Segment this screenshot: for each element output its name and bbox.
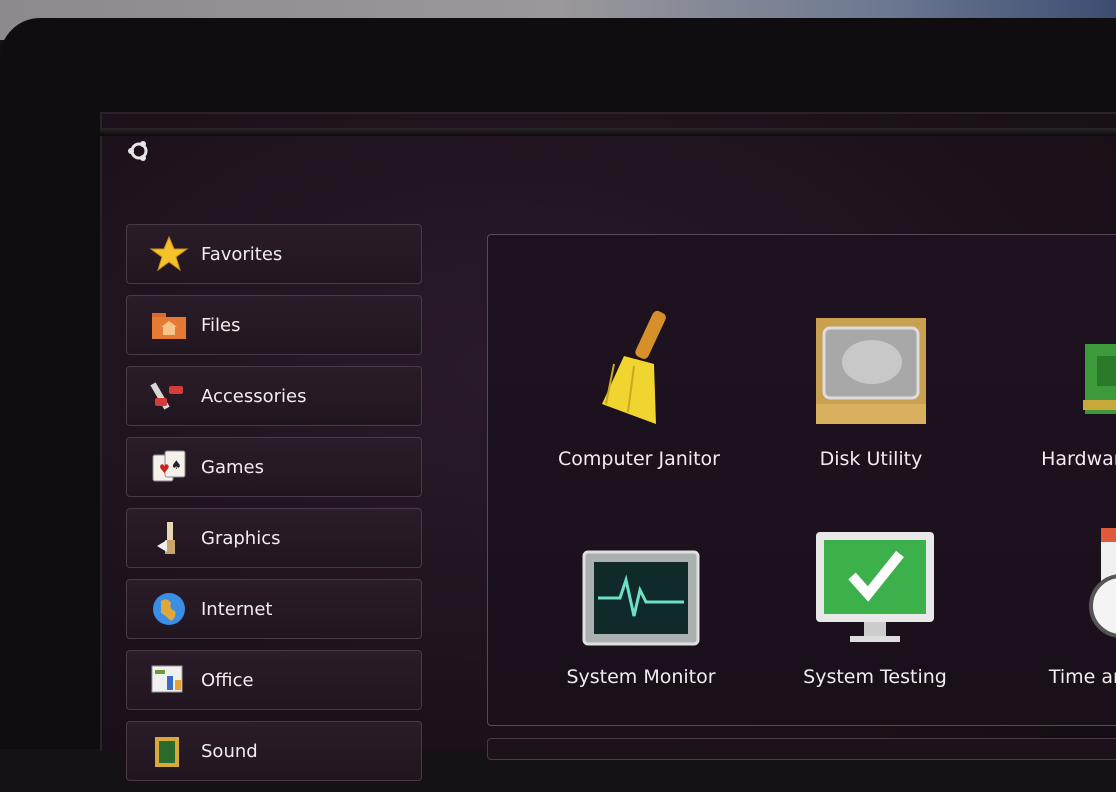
category-label: Graphics (201, 527, 281, 549)
svg-text:♥: ♥ (159, 462, 170, 476)
app-label: System Monitor (566, 666, 716, 688)
playing-cards-icon: ♥ ♠ (149, 447, 189, 487)
category-label: Favorites (201, 243, 283, 265)
app-label: System Testing (803, 666, 947, 688)
app-system-monitor[interactable]: System Monitor (541, 512, 741, 688)
top-panel (100, 128, 1116, 136)
category-office[interactable]: Office (126, 650, 422, 710)
sound-icon (149, 731, 189, 771)
app-computer-janitor[interactable]: Computer Janitor (539, 294, 739, 470)
system-monitor-icon (541, 512, 741, 652)
category-label: Games (201, 456, 264, 478)
circuit-board-icon (987, 294, 1116, 434)
app-system-testing[interactable]: System Testing (775, 512, 975, 688)
checkmark-monitor-icon (775, 512, 975, 652)
app-hardware[interactable]: Hardware (987, 294, 1116, 470)
svg-text:♠: ♠ (171, 458, 182, 472)
app-grid: Computer Janitor Disk Utility Hardware S… (487, 234, 1116, 749)
clock-calendar-icon (987, 512, 1116, 652)
app-time-and-date[interactable]: Time an (987, 512, 1116, 688)
folder-icon (149, 305, 189, 345)
category-label: Sound (201, 740, 258, 762)
category-files[interactable]: Files (126, 295, 422, 355)
hard-disk-icon (771, 294, 971, 434)
category-accessories[interactable]: Accessories (126, 366, 422, 426)
app-label: Computer Janitor (558, 448, 720, 470)
category-games[interactable]: ♥ ♠ Games (126, 437, 422, 497)
category-internet[interactable]: Internet (126, 579, 422, 639)
globe-icon (149, 589, 189, 629)
ubuntu-logo-icon[interactable] (126, 138, 152, 164)
app-label: Hardware (1041, 448, 1116, 470)
office-icon (149, 660, 189, 700)
category-favorites[interactable]: Favorites (126, 224, 422, 284)
broom-icon (539, 294, 739, 434)
category-label: Accessories (201, 385, 307, 407)
category-label: Office (201, 669, 254, 691)
category-label: Files (201, 314, 241, 336)
app-disk-utility[interactable]: Disk Utility (771, 294, 971, 470)
accessories-icon (149, 376, 189, 416)
app-label: Time an (1048, 666, 1116, 688)
category-graphics[interactable]: Graphics (126, 508, 422, 568)
category-sidebar: Favorites Files Accessories ♥ ♠ Games Gra… (126, 224, 422, 792)
category-sound[interactable]: Sound (126, 721, 422, 781)
star-icon (149, 234, 189, 274)
graphics-icon (149, 518, 189, 558)
category-label: Internet (201, 598, 273, 620)
app-label: Disk Utility (819, 448, 923, 470)
